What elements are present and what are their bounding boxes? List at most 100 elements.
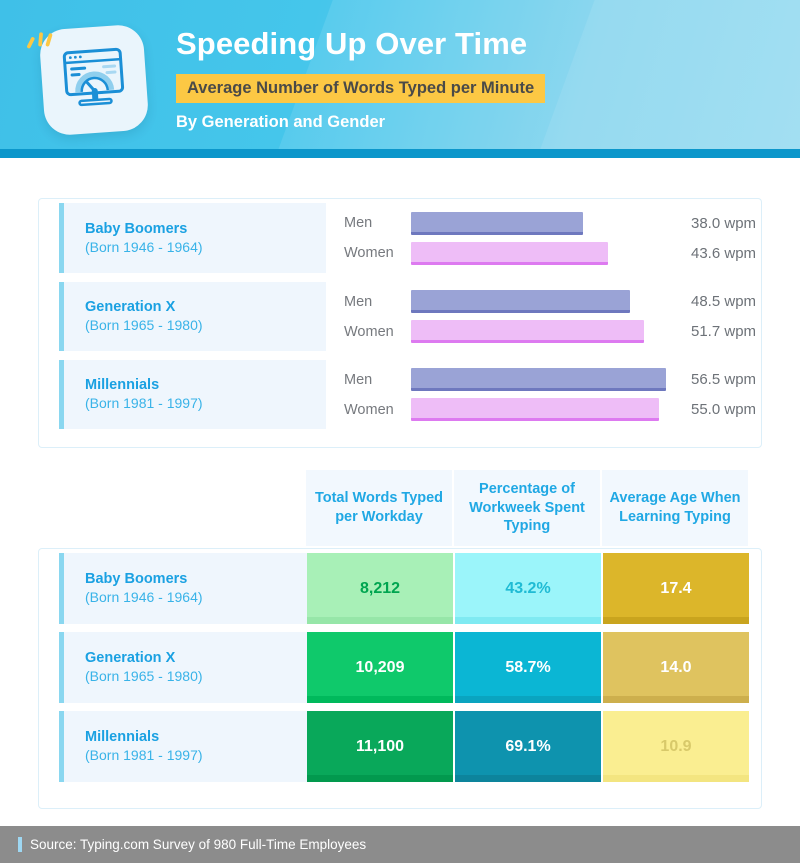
cell-footer-strip <box>307 617 453 624</box>
bar-track <box>411 241 673 265</box>
bar-fill-men <box>411 368 666 391</box>
table-row: Millennials (Born 1981 - 1997) 11,100 69… <box>39 707 761 786</box>
bar-line-men: Men 56.5 wpm <box>344 368 761 391</box>
cell-average-age: 10.9 <box>603 711 749 782</box>
bar-line-women: Women 55.0 wpm <box>344 398 761 421</box>
bar-track <box>411 398 673 421</box>
generation-born-range: (Born 1946 - 1964) <box>85 589 203 606</box>
header-sheen-decoration-2 <box>514 0 800 158</box>
bars-area: Men 38.0 wpm Women 43.6 wpm <box>326 199 761 277</box>
bar-row: Baby Boomers (Born 1946 - 1964) Men 38.0… <box>39 199 761 277</box>
generation-name: Baby Boomers <box>85 220 188 237</box>
bar-label-men: Men <box>344 215 373 231</box>
generation-name: Millennials <box>85 729 160 746</box>
generation-born-range: (Born 1981 - 1997) <box>85 747 203 764</box>
cell-value: 14.0 <box>660 658 692 676</box>
cell-footer-strip <box>455 775 601 782</box>
cell-average-age: 14.0 <box>603 632 749 703</box>
wpm-bar-chart-card: Baby Boomers (Born 1946 - 1964) Men 38.0… <box>38 198 762 448</box>
table-row: Generation X (Born 1965 - 1980) 10,209 5… <box>39 628 761 707</box>
generation-born-range: (Born 1965 - 1980) <box>85 317 203 334</box>
bar-line-men: Men 48.5 wpm <box>344 290 761 313</box>
column-header-label: Percentage of Workweek Spent Typing <box>469 481 585 535</box>
cell-footer-strip <box>603 775 749 782</box>
bar-fill-women <box>411 398 659 421</box>
stats-table-card: Baby Boomers (Born 1946 - 1964) 8,212 43… <box>38 548 762 809</box>
generation-name: Generation X <box>85 650 176 667</box>
cell-value: 10,209 <box>355 658 405 676</box>
bar-label-women: Women <box>344 401 394 418</box>
generation-label-panel: Baby Boomers (Born 1946 - 1964) <box>59 553 307 624</box>
bar-label-men: Men <box>344 371 373 388</box>
table-row-cells: 11,100 69.1% 10.9 <box>307 707 761 786</box>
cell-value: 8,212 <box>359 579 401 597</box>
generation-label-panel: Baby Boomers (Born 1946 - 1964) <box>59 203 326 273</box>
sparkle-icon <box>64 51 98 81</box>
header-subtitle-highlight: Average Number of Words Typed per Minute <box>176 74 546 103</box>
generation-label-panel: Millennials (Born 1981 - 1997) <box>59 711 307 782</box>
cell-value: 11,100 <box>355 737 405 755</box>
bar-fill-men <box>411 211 583 235</box>
header-subtitle-text: Average Number of Words Typed per Minute <box>187 79 535 97</box>
bar-value-women: 43.6 wpm <box>691 244 757 262</box>
bar-value-men: 38.0 wpm <box>691 214 757 232</box>
cell-percentage-workweek: 58.7% <box>455 632 601 703</box>
cell-footer-strip <box>455 617 601 624</box>
cell-footer-strip <box>307 696 453 703</box>
generation-label-panel: Millennials (Born 1981 - 1997) <box>59 360 326 429</box>
table-row-cells: 8,212 43.2% 17.4 <box>307 549 761 628</box>
page-title: Speeding Up Over Time <box>176 26 528 61</box>
table-column-headers: Total Words Typed per Workday Percentage… <box>38 470 762 546</box>
bar-value-women: 51.7 wpm <box>691 323 757 340</box>
bar-line-women: Women 43.6 wpm <box>344 241 761 265</box>
bar-value-men: 56.5 wpm <box>691 371 757 388</box>
header-tagline: By Generation and Gender <box>176 113 386 131</box>
bar-track <box>411 320 673 343</box>
generation-label-panel: Generation X (Born 1965 - 1980) <box>59 282 326 351</box>
bar-row: Generation X (Born 1965 - 1980) Men 48.5… <box>39 277 761 355</box>
bars-area: Men 56.5 wpm Women 55.0 wpm <box>326 356 761 433</box>
cell-footer-strip <box>455 696 601 703</box>
generation-name: Baby Boomers <box>85 571 188 588</box>
bar-row: Millennials (Born 1981 - 1997) Men 56.5 … <box>39 355 761 433</box>
bar-label-women: Women <box>344 245 394 261</box>
cell-total-words: 10,209 <box>307 632 453 703</box>
cell-footer-strip <box>603 696 749 703</box>
bar-line-men: Men 38.0 wpm <box>344 211 761 235</box>
generation-born-range: (Born 1981 - 1997) <box>85 395 203 412</box>
generation-born-range: (Born 1946 - 1964) <box>85 238 203 255</box>
bar-fill-men <box>411 290 630 313</box>
generation-born-range: (Born 1965 - 1980) <box>85 668 203 685</box>
bar-track <box>411 211 673 235</box>
source-text: Source: Typing.com Survey of 980 Full-Ti… <box>30 837 367 852</box>
column-header-label: Average Age When Learning Typing <box>609 490 741 525</box>
footer-bar: Source: Typing.com Survey of 980 Full-Ti… <box>0 826 800 863</box>
column-header-percentage-workweek: Percentage of Workweek Spent Typing <box>454 470 600 546</box>
generation-label-panel: Generation X (Born 1965 - 1980) <box>59 632 307 703</box>
bar-label-men: Men <box>344 293 373 310</box>
sparkle-icon <box>27 32 53 49</box>
bar-track <box>411 368 673 391</box>
bar-line-women: Women 51.7 wpm <box>344 320 761 343</box>
cell-total-words: 8,212 <box>307 553 453 624</box>
column-header-total-words: Total Words Typed per Workday <box>306 470 452 546</box>
table-row: Baby Boomers (Born 1946 - 1964) 8,212 43… <box>39 549 761 628</box>
table-row-cells: 10,209 58.7% 14.0 <box>307 628 761 707</box>
cell-value: 10.9 <box>660 737 692 755</box>
footer-accent-mark <box>18 837 22 852</box>
bar-fill-women <box>411 241 608 265</box>
generation-name: Generation X <box>85 299 176 316</box>
generation-name: Millennials <box>85 377 160 394</box>
bar-value-women: 55.0 wpm <box>691 401 757 418</box>
bars-area: Men 48.5 wpm Women 51.7 wpm <box>326 278 761 355</box>
header-banner: Speeding Up Over Time Average Number of … <box>0 0 800 158</box>
cell-total-words: 11,100 <box>307 711 453 782</box>
cell-footer-strip <box>307 775 453 782</box>
cell-value: 43.2% <box>505 579 551 597</box>
bar-track <box>411 290 673 313</box>
cell-value: 17.4 <box>660 579 692 597</box>
cell-percentage-workweek: 43.2% <box>455 553 601 624</box>
cell-average-age: 17.4 <box>603 553 749 624</box>
cell-footer-strip <box>603 617 749 624</box>
bar-fill-women <box>411 320 644 343</box>
